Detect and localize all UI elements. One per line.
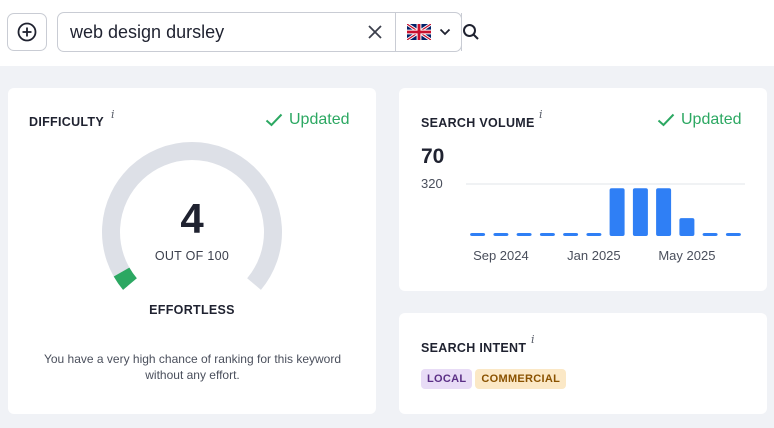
- clear-button[interactable]: [355, 13, 395, 51]
- add-button[interactable]: [7, 13, 47, 51]
- difficulty-score: 4: [180, 195, 204, 242]
- difficulty-out-of: OUT OF 100: [154, 249, 230, 263]
- gauge-fill: [113, 267, 137, 290]
- search-volume-chart: 320 Sep 2024 Jan 2025 May 2025: [421, 176, 745, 263]
- top-toolbar: [0, 0, 774, 66]
- keyword-search-box: [57, 12, 479, 52]
- uk-flag-icon: [406, 24, 431, 40]
- chart-bar[interactable]: [725, 233, 741, 236]
- chart-bar[interactable]: [656, 188, 672, 236]
- chart-bar[interactable]: [609, 188, 625, 236]
- intent-tag-commercial: COMMERCIAL: [475, 369, 567, 389]
- plus-circle-icon: [17, 22, 37, 42]
- chart-bar[interactable]: [493, 233, 509, 236]
- y-tick-label: 320: [421, 176, 443, 191]
- chart-bar[interactable]: [702, 233, 718, 236]
- search-volume-card: SEARCH VOLUME i Updated 70 320 Sep 2024 Ja…: [399, 88, 767, 291]
- difficulty-level: EFFORTLESS: [149, 303, 235, 317]
- search-intent-title: SEARCH INTENT: [421, 341, 527, 355]
- chart-bar[interactable]: [539, 233, 555, 236]
- chevron-down-icon: [439, 28, 450, 36]
- search-intent-card: SEARCH INTENT i LOCAL COMMERCIAL: [399, 313, 767, 414]
- x-tick-label: Sep 2024: [473, 248, 529, 263]
- search-intent-tags: LOCAL COMMERCIAL: [421, 369, 569, 389]
- intent-tag-local: LOCAL: [421, 369, 473, 389]
- chart-bar[interactable]: [563, 233, 579, 236]
- x-tick-label: May 2025: [658, 248, 715, 263]
- search-icon: [463, 24, 479, 40]
- x-tick-label: Jan 2025: [567, 248, 621, 263]
- chart-bar[interactable]: [516, 233, 532, 236]
- chart-bar[interactable]: [632, 188, 648, 236]
- country-selector[interactable]: [395, 13, 461, 51]
- difficulty-card: DIFFICULTY i Updated 4 OUT OF 100 EFFORT…: [8, 88, 376, 414]
- chart-bar[interactable]: [679, 218, 695, 236]
- chart-bar[interactable]: [586, 233, 602, 236]
- keyword-search-input[interactable]: [58, 13, 355, 51]
- search-intent-info-icon[interactable]: i: [531, 333, 535, 346]
- search-button[interactable]: [461, 13, 480, 51]
- chart-bar[interactable]: [470, 233, 486, 236]
- close-icon: [368, 25, 382, 39]
- difficulty-description: You have a very high chance of ranking f…: [43, 352, 342, 382]
